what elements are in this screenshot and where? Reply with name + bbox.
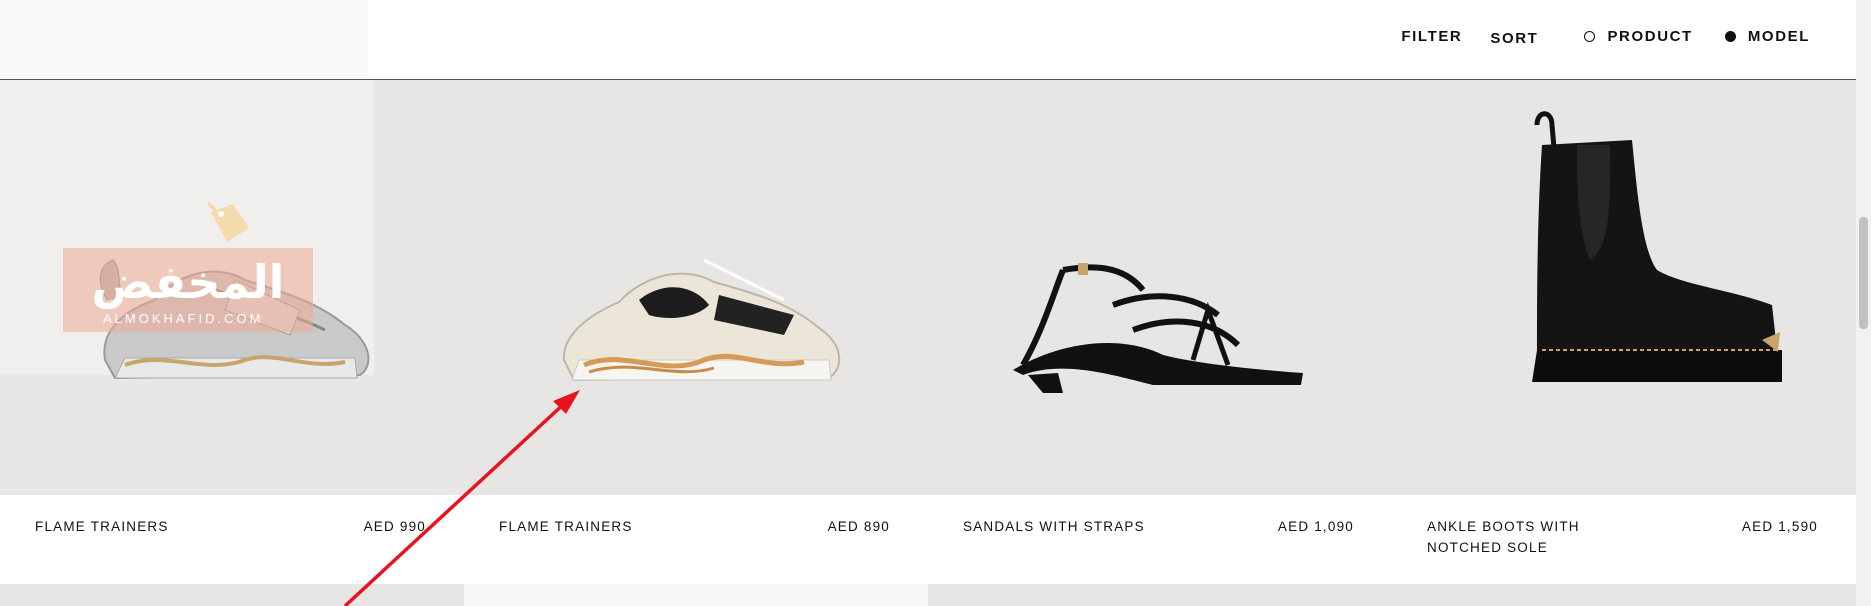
price-tag-icon xyxy=(206,201,249,242)
view-model-radio[interactable]: MODEL xyxy=(1724,28,1810,45)
product-name[interactable]: ANKLE BOOTS WITH NOTCHED SOLE xyxy=(1427,516,1647,558)
product-name[interactable]: FLAME TRAINERS xyxy=(499,516,719,537)
view-product-label: PRODUCT xyxy=(1607,28,1693,45)
view-model-label: MODEL xyxy=(1747,28,1810,45)
ankle-boot-image xyxy=(1532,111,1782,382)
watermark-latin-text: ALMOKHAFID.COM xyxy=(103,311,264,326)
radio-empty-icon xyxy=(1584,31,1596,42)
product-info: SANDALS WITH STRAPS AED 1,090 xyxy=(928,495,1392,584)
product-grid: FLAME TRAINERS AED 990 FLAME TRAINERS AE… xyxy=(0,80,1856,584)
beige-trainer-image xyxy=(562,258,841,382)
watermark-logo: المخفض ALMOKHAFID.COM xyxy=(63,248,313,332)
sort-button[interactable]: SORT xyxy=(1490,30,1538,47)
product-price: AED 1,590 xyxy=(1741,519,1818,534)
listing-toolbar: FILTER SORT PRODUCT MODEL xyxy=(1401,28,1810,47)
filter-button[interactable]: FILTER xyxy=(1401,28,1462,45)
product-image[interactable] xyxy=(1392,80,1856,495)
product-info: FLAME TRAINERS AED 990 xyxy=(0,495,464,584)
product-price: AED 1,090 xyxy=(1277,519,1354,534)
product-info: ANKLE BOOTS WITH NOTCHED SOLE AED 1,590 xyxy=(1392,495,1856,584)
radio-filled-icon xyxy=(1724,31,1736,42)
top-toolbar-bar: FILTER SORT PRODUCT MODEL xyxy=(0,0,1856,80)
product-image[interactable] xyxy=(464,80,928,495)
scrollbar-thumb[interactable] xyxy=(1859,217,1868,329)
strappy-sandal-image xyxy=(1013,263,1303,393)
product-info: FLAME TRAINERS AED 890 xyxy=(464,495,928,584)
product-price: AED 890 xyxy=(827,519,890,534)
page-scrollbar[interactable] xyxy=(1856,0,1871,606)
watermark-arabic-text: المخفض xyxy=(91,255,285,309)
product-image[interactable] xyxy=(928,80,1392,495)
topbar-left-area xyxy=(0,0,368,79)
product-name[interactable]: SANDALS WITH STRAPS xyxy=(963,516,1183,537)
product-card[interactable]: FLAME TRAINERS AED 890 xyxy=(464,80,928,584)
product-card[interactable]: ANKLE BOOTS WITH NOTCHED SOLE AED 1,590 xyxy=(1392,80,1856,584)
next-row-partial xyxy=(0,584,1856,606)
product-card[interactable]: FLAME TRAINERS AED 990 xyxy=(0,80,464,584)
product-price: AED 990 xyxy=(363,519,426,534)
view-product-radio[interactable]: PRODUCT xyxy=(1584,28,1692,45)
product-card[interactable]: SANDALS WITH STRAPS AED 1,090 xyxy=(928,80,1392,584)
product-name[interactable]: FLAME TRAINERS xyxy=(35,516,255,537)
